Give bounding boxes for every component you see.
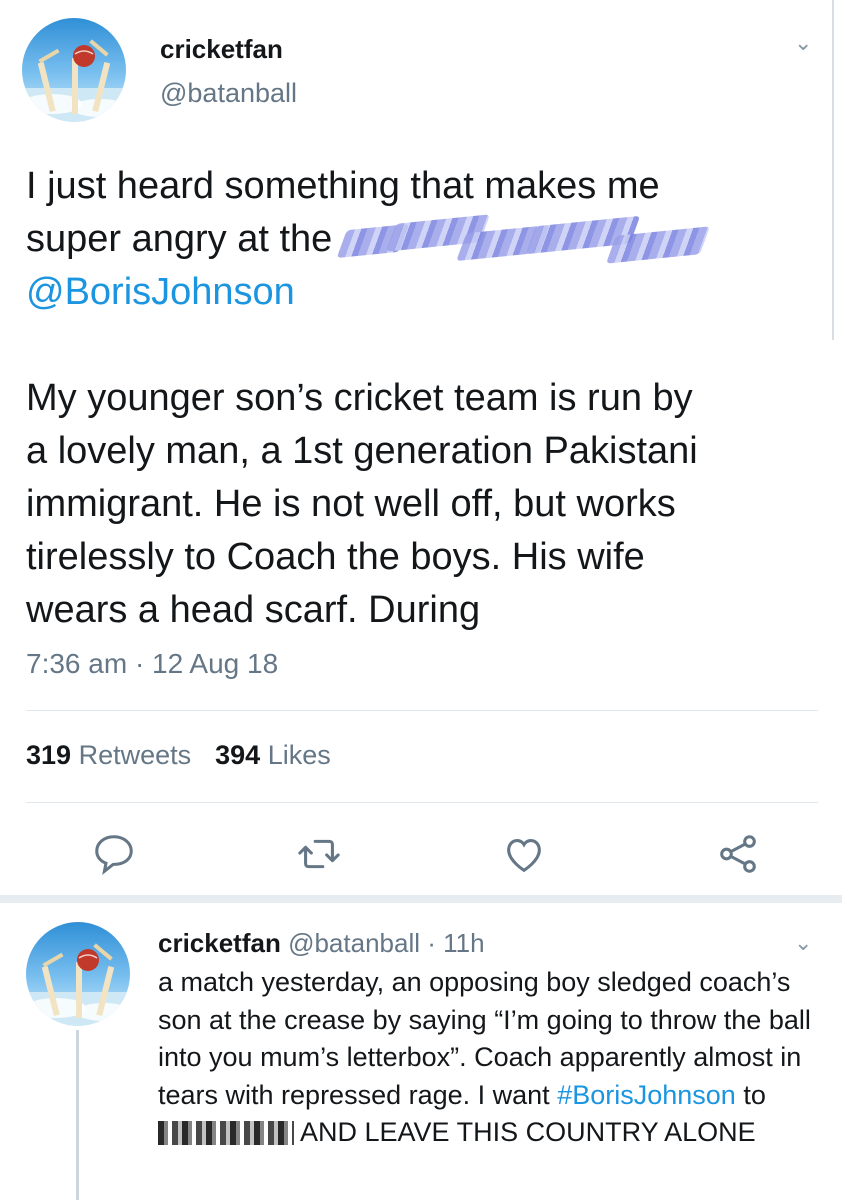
reply-author-handle[interactable]: @batanball — [288, 928, 420, 958]
pixelated-text — [158, 1121, 294, 1145]
share-icon[interactable] — [710, 826, 766, 882]
tweet-actions — [0, 826, 842, 882]
tweet-stats: 319 Retweets 394 Likes — [26, 740, 331, 771]
tweet-line: I just heard something that makes me — [26, 165, 660, 207]
retweet-icon[interactable] — [291, 826, 347, 882]
reply-avatar[interactable] — [26, 922, 130, 1026]
tweet-timestamp[interactable]: 7:36 am · 12 Aug 18 — [26, 648, 278, 680]
reply-text: a match yesterday, an opposing boy sledg… — [158, 967, 811, 1147]
main-tweet: cricketfan @batanball ⌄ I just heard som… — [0, 0, 842, 900]
avatar[interactable] — [22, 18, 126, 122]
thread-line — [76, 1030, 79, 1200]
reply-author-name[interactable]: cricketfan — [158, 928, 281, 958]
reply-header: cricketfan @batanball · 11h — [158, 928, 485, 959]
reply-time[interactable]: · 11h — [427, 928, 484, 958]
censored-text — [336, 214, 713, 264]
hashtag-link[interactable]: #BorisJohnson — [557, 1080, 736, 1110]
chevron-down-icon[interactable]: ⌄ — [794, 930, 812, 956]
cricket-stumps-icon — [22, 39, 126, 122]
divider — [26, 710, 818, 711]
author-name[interactable]: cricketfan — [160, 34, 283, 65]
tweet-paragraph: My younger son’s cricket team is run by … — [26, 377, 698, 631]
retweets-stat[interactable]: 319 Retweets — [26, 740, 191, 770]
tweet-text: I just heard something that makes me sup… — [26, 160, 826, 637]
scrollbar[interactable] — [832, 0, 842, 340]
tweet-line: super angry at the — [26, 218, 343, 260]
section-separator — [0, 895, 842, 903]
like-icon[interactable] — [496, 826, 552, 882]
divider — [26, 802, 818, 803]
author-handle[interactable]: @batanball — [160, 78, 297, 109]
mention-link[interactable]: @BorisJohnson — [26, 271, 295, 313]
likes-stat[interactable]: 394 Likes — [215, 740, 331, 770]
reply-icon[interactable] — [86, 826, 142, 882]
cricket-stumps-icon — [26, 943, 130, 1026]
chevron-down-icon[interactable]: ⌄ — [794, 30, 812, 56]
